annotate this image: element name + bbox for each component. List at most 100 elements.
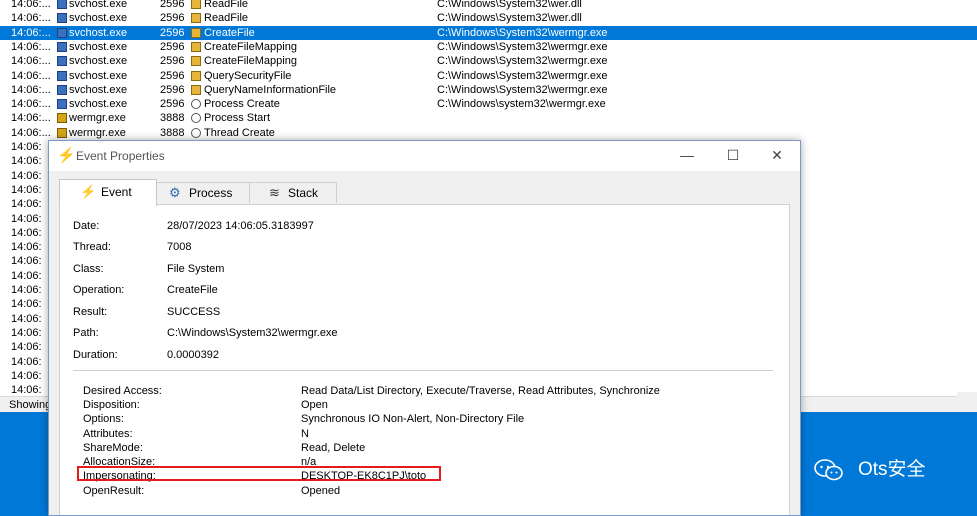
row-time: 14:06:... [11,112,51,125]
row-operation: QueryNameInformationFile [204,83,337,96]
row-operation: Process Start [204,112,271,125]
table-row[interactable]: 14:06:... svchost.exe 2596 CreateFile C:\Win… [0,25,977,40]
row-pid: 3888 [160,126,185,139]
field-label-date: Date: [73,220,100,232]
field-label-operation: Operation: [73,284,125,296]
field-label-thread: Thread: [73,241,111,253]
row-time: 14:06: [11,298,42,311]
row-time: 14:06: [11,269,42,282]
lightning-icon: ⚡ [57,147,76,164]
detail-label-attributes: Attributes: [83,428,133,440]
row-time: 14:06: [11,241,42,254]
dialog-title: Event Properties [76,149,165,163]
file-operation-icon [191,70,201,81]
row-process: svchost.exe [69,0,128,10]
field-value-date: 28/07/2023 14:06:05.3183997 [167,220,314,232]
detail-value-disposition: Open [301,399,328,411]
row-operation: CreateFile [204,26,255,39]
row-time: 14:06:... [11,0,51,10]
process-icon [57,84,67,95]
detail-label-disposition: Disposition: [83,399,140,411]
row-process: svchost.exe [69,12,128,25]
process-icon [57,70,67,81]
row-process: svchost.exe [69,55,128,68]
table-row[interactable]: 14:06:... svchost.exe 2596 CreateFileMappin… [0,40,977,54]
tab-process[interactable]: ⚙ Process [156,182,250,203]
file-operation-icon [191,13,201,24]
row-operation: Thread Create [204,126,275,139]
row-process: svchost.exe [69,26,128,39]
row-operation: CreateFileMapping [204,55,297,68]
process-icon [57,113,67,124]
row-pid: 3888 [160,112,185,125]
row-path: C:\Windows\System32\wermgr.exe [437,83,608,96]
process-operation-icon [191,127,201,138]
minimize-button[interactable]: — [664,141,710,171]
table-row[interactable]: 14:06:... wermgr.exe 3888 Thread Create [0,126,977,140]
process-operation-icon [191,99,201,110]
table-row[interactable]: 14:06:... svchost.exe 2596 Process Create C:… [0,97,977,111]
row-time: 14:06: [11,169,42,182]
row-pid: 2596 [160,0,185,10]
stack-icon: ≋ [269,185,280,200]
row-time: 14:06:... [11,98,51,111]
tab-stack[interactable]: ≋ Stack [249,182,337,203]
row-pid: 2596 [160,26,185,39]
row-operation: ReadFile [204,12,249,25]
row-process: svchost.exe [69,69,128,82]
event-tab-panel: Date: 28/07/2023 14:06:05.3183997 Thread… [59,204,790,515]
row-time: 14:06:... [11,83,51,96]
row-operation: Process Create [204,98,280,111]
process-operation-icon [191,113,201,124]
row-operation: CreateFileMapping [204,40,297,53]
row-path: C:\Windows\System32\wermgr.exe [437,55,608,68]
event-properties-dialog: ⚡ Event Properties — ☐ ✕ ⚡ Event ⚙ Proce… [48,140,801,516]
row-operation: QuerySecurityFile [204,69,292,82]
field-value-result: SUCCESS [167,306,221,318]
row-time: 14:06:... [11,12,51,25]
detail-label-desired-access: Desired Access: [83,385,162,397]
table-row[interactable]: 14:06:... svchost.exe 2596 QuerySecurityFil… [0,69,977,83]
row-time: 14:06: [11,183,42,196]
row-time: 14:06: [11,284,42,296]
dialog-titlebar[interactable]: ⚡ Event Properties — ☐ ✕ [49,141,800,171]
wechat-logo-icon [814,459,843,481]
process-icon [57,56,67,67]
detail-value-options: Synchronous IO Non-Alert, Non-Directory … [301,413,525,425]
row-time: 14:06: [11,255,42,268]
tab-process-label: Process [189,186,233,200]
maximize-button[interactable]: ☐ [710,141,756,171]
table-row[interactable]: 14:06:... svchost.exe 2596 ReadFile C:\Windo… [0,11,977,25]
process-icon [57,13,67,24]
row-pid: 2596 [160,40,185,53]
row-time: 14:06: [11,198,42,211]
row-process: svchost.exe [69,83,128,96]
close-button[interactable]: ✕ [754,141,800,171]
field-label-path: Path: [73,327,99,339]
table-row[interactable]: 14:06:... svchost.exe 2596 QueryNameInforma… [0,83,977,97]
field-label-class: Class: [73,263,104,275]
row-time: 14:06: [11,226,42,239]
table-row[interactable]: 14:06:... svchost.exe 2596 CreateFileMappin… [0,54,977,68]
table-row[interactable]: 14:06:... wermgr.exe 3888 Process Start [0,111,977,125]
row-time: 14:06: [11,141,42,153]
row-time: 14:06: [11,355,42,368]
file-operation-icon [191,27,201,38]
row-time: 14:06:... [11,126,51,139]
file-operation-icon [191,0,201,9]
process-icon [57,99,67,110]
row-path: C:\Windows\System32\wermgr.exe [437,69,608,82]
row-time: 14:06:... [11,40,51,53]
tab-stack-label: Stack [288,186,319,200]
row-time: 14:06:... [11,55,51,68]
detail-value-openresult: Opened [301,485,341,497]
detail-label-openresult: OpenResult: [83,485,145,497]
row-path: C:\Windows\System32\wermgr.exe [437,26,608,39]
row-path: C:\Windows\System32\wer.dll [437,0,582,10]
detail-label-options: Options: [83,413,124,425]
tab-event[interactable]: ⚡ Event [59,179,157,206]
table-row[interactable]: 14:06:... svchost.exe 2596 ReadFile C:\Windo… [0,0,977,11]
process-icon [57,41,67,52]
field-value-thread: 7008 [167,241,192,253]
row-path: C:\Windows\System32\wer.dll [437,12,582,25]
